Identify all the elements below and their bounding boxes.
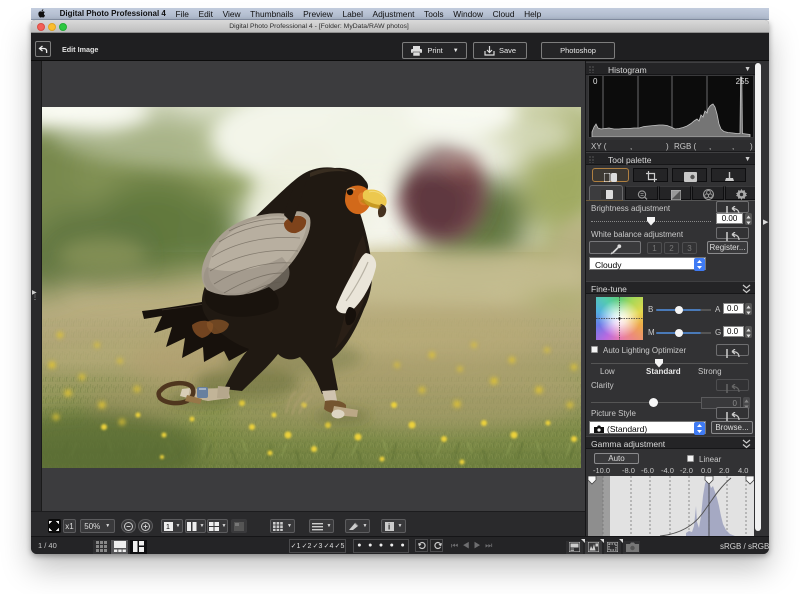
svg-text:1: 1: [166, 524, 170, 531]
svg-text:i: i: [388, 522, 390, 531]
